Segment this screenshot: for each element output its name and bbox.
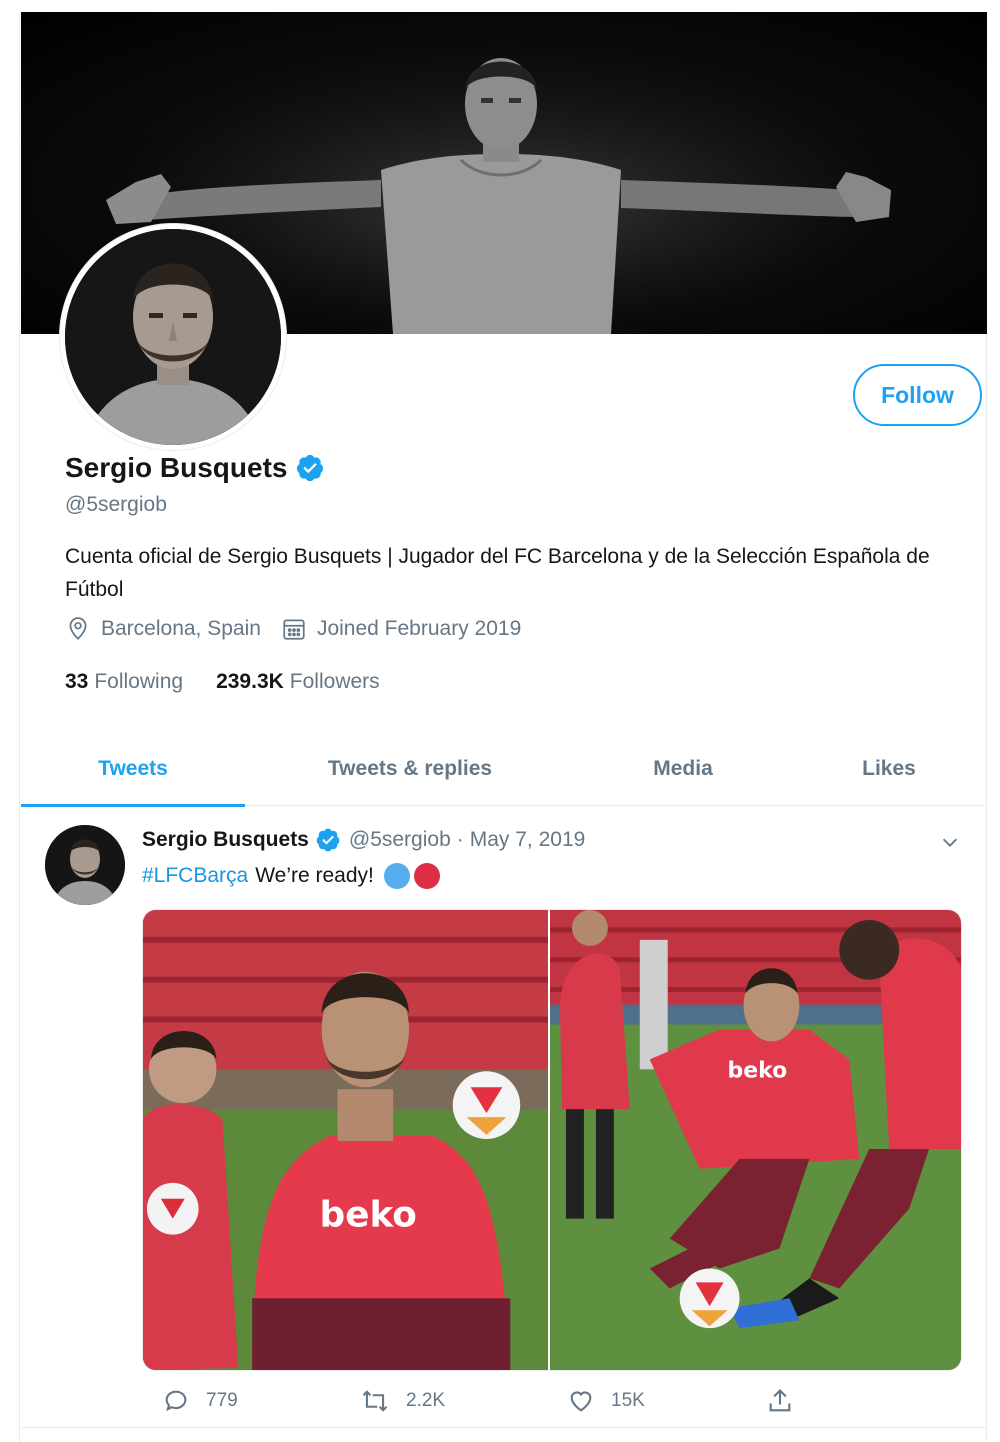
tab-tweets-replies[interactable]: Tweets & replies <box>245 732 575 806</box>
follow-button[interactable]: Follow <box>853 364 982 426</box>
svg-text:beko: beko <box>320 1195 417 1236</box>
profile-handle: @5sergiob <box>65 493 167 516</box>
verified-badge-icon <box>316 828 340 852</box>
profile-meta: Barcelona, Spain Joined February 2019 <box>65 616 541 642</box>
followers-label: Followers <box>289 670 380 693</box>
tweet-header: Sergio Busquets @5sergiob · May 7, 2019 <box>142 827 585 853</box>
profile-name-row: Sergio Busquets <box>65 452 325 484</box>
joined-text: Joined February 2019 <box>316 617 522 640</box>
tweet-body: We’re ready! <box>255 864 374 887</box>
follow-counts: 33 Following 239.3K Followers <box>65 670 413 694</box>
tweet-separator: · <box>456 828 464 851</box>
blue-circle-emoji-icon <box>383 863 410 889</box>
joined-item: Joined February 2019 <box>281 616 521 642</box>
retweet-button[interactable]: 2.2K <box>360 1387 445 1415</box>
like-button[interactable]: 15K <box>567 1387 645 1415</box>
tweet[interactable]: Sergio Busquets @5sergiob · May 7, 2019 … <box>21 807 987 1428</box>
tab-media[interactable]: Media <box>575 732 791 806</box>
following-count: 33 <box>65 670 89 693</box>
svg-text:beko: beko <box>728 1058 788 1083</box>
profile-tabs: Tweets Tweets & replies Media Likes <box>21 732 987 807</box>
share-button[interactable] <box>766 1387 810 1415</box>
retweet-count: 2.2K <box>406 1390 446 1411</box>
tweet-text: #LFCBarça We’re ready! <box>142 863 440 889</box>
location-pin-icon <box>69 617 87 640</box>
tweet-photo-2[interactable]: beko <box>550 910 961 1370</box>
tweet-photo-1[interactable]: beko <box>143 910 550 1370</box>
followers-count-link[interactable]: 239.3K Followers <box>216 670 380 694</box>
location-item: Barcelona, Spain <box>65 616 261 642</box>
profile-page: Follow Sergio Busquets @5sergiob Cuenta … <box>19 12 987 1442</box>
tweet-media: beko beko <box>142 909 962 1371</box>
verified-badge-icon <box>297 454 324 482</box>
reply-icon <box>165 1390 187 1412</box>
calendar-icon <box>283 619 305 640</box>
tweet-author-name[interactable]: Sergio Busquets <box>142 828 309 852</box>
share-icon <box>769 1389 791 1412</box>
tweet-hashtag[interactable]: #LFCBarça <box>142 864 248 888</box>
chevron-down-icon[interactable] <box>939 831 961 853</box>
profile-bio: Cuenta oficial de Sergio Busquets | Juga… <box>65 545 930 601</box>
tab-tweets[interactable]: Tweets <box>21 732 245 807</box>
reply-count: 779 <box>206 1390 238 1411</box>
tab-likes[interactable]: Likes <box>791 732 987 806</box>
tweet-author-avatar[interactable] <box>45 825 125 905</box>
red-circle-emoji-icon <box>413 863 440 889</box>
following-count-link[interactable]: 33 Following <box>65 670 183 694</box>
heart-icon <box>570 1391 592 1412</box>
retweet-icon <box>362 1390 388 1412</box>
profile-avatar[interactable] <box>60 224 286 450</box>
followers-count: 239.3K <box>216 670 284 693</box>
following-label: Following <box>94 670 184 693</box>
tweet-author-handle: @5sergiob <box>348 828 451 851</box>
profile-display-name: Sergio Busquets <box>65 452 288 483</box>
tweet-date[interactable]: May 7, 2019 <box>470 828 586 852</box>
location-text: Barcelona, Spain <box>101 617 261 640</box>
reply-button[interactable]: 779 <box>162 1387 238 1415</box>
tweet-actions: 779 2.2K 15K <box>142 1387 962 1423</box>
like-count: 15K <box>611 1390 645 1411</box>
